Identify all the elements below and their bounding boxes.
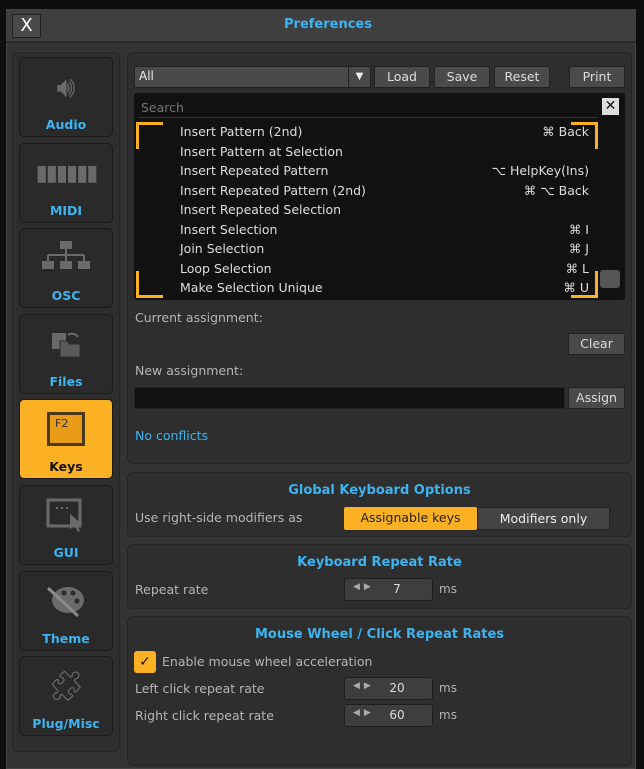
sidebar-item-label: Files xyxy=(49,374,83,389)
section-title: Global Keyboard Options xyxy=(288,483,471,498)
binding-row[interactable]: Loop Selection xyxy=(180,261,272,276)
section-title: Mouse Wheel / Click Repeat Rates xyxy=(254,627,505,642)
binding-row[interactable]: Insert Pattern (2nd) xyxy=(180,124,302,139)
puzzle-icon: 🧩︎ xyxy=(46,669,86,704)
binding-row[interactable]: Join Selection xyxy=(180,241,264,256)
piano-keys-icon: ▮▮▮▮▮▮ xyxy=(35,161,99,186)
right-click-rate-label: Right click repeat rate xyxy=(135,708,274,723)
category-dropdown[interactable]: All ▼ xyxy=(134,66,371,88)
focus-corner xyxy=(571,122,598,149)
dialog-title: Preferences xyxy=(284,17,372,32)
binding-row[interactable]: Insert Repeated Selection xyxy=(180,202,341,217)
reset-button[interactable]: Reset xyxy=(494,66,550,88)
binding-shortcut: ⌘ J xyxy=(568,241,589,256)
sidebar-item-theme[interactable]: Theme xyxy=(19,571,113,651)
conflicts-status: No conflicts xyxy=(135,428,209,443)
assignable-keys-option[interactable]: Assignable keys xyxy=(344,507,477,530)
binding-shortcut: ⌘ ⌥ Back xyxy=(523,182,589,198)
speaker-icon: 🔊︎ xyxy=(56,70,76,105)
right-click-rate-stepper[interactable]: ◀▶ 60 xyxy=(344,704,433,727)
category-dropdown-value: All xyxy=(139,69,154,83)
focus-corner xyxy=(136,122,163,149)
right-click-rate-value: 60 xyxy=(389,708,405,722)
unit-label: ms xyxy=(439,708,457,722)
sidebar-item-keys[interactable]: F2 Keys xyxy=(19,399,113,479)
left-click-rate-value: 20 xyxy=(389,681,405,695)
sidebar-item-osc[interactable]: OSC xyxy=(19,228,113,308)
sidebar-item-label: Plug/Misc xyxy=(32,716,100,731)
new-assignment-input[interactable] xyxy=(134,387,565,409)
stepper-arrows-icon[interactable]: ◀▶ xyxy=(353,681,375,691)
section-title: Keyboard Repeat Rate xyxy=(297,555,462,570)
window-cursor-icon xyxy=(20,498,112,534)
unit-label: ms xyxy=(439,582,457,596)
sidebar-item-plug-misc[interactable]: 🧩︎ Plug/Misc xyxy=(19,656,113,736)
sidebar-item-audio[interactable]: 🔊︎ Audio xyxy=(19,57,113,137)
acceleration-label: Enable mouse wheel acceleration xyxy=(162,654,373,669)
modifiers-only-option[interactable]: Modifiers only xyxy=(477,507,610,530)
clear-button[interactable]: Clear xyxy=(568,333,625,355)
print-button[interactable]: Print xyxy=(569,66,625,88)
stepper-arrows-icon[interactable]: ◀▶ xyxy=(353,708,375,718)
save-button[interactable]: Save xyxy=(434,66,490,88)
f2-key-icon: F2 xyxy=(20,412,112,448)
new-assignment-label: New assignment: xyxy=(135,363,244,378)
f2-key-label: F2 xyxy=(47,412,85,446)
binding-shortcut: ⌘ I xyxy=(568,221,589,237)
network-tree-icon xyxy=(20,241,112,277)
sidebar-item-files[interactable]: Files xyxy=(19,314,113,394)
sidebar-item-label: GUI xyxy=(53,545,79,560)
stepper-arrows-icon[interactable]: ◀▶ xyxy=(353,582,375,592)
binding-shortcut: ⌥ HelpKey(Ins) xyxy=(491,163,589,178)
palette-icon xyxy=(20,584,112,620)
modifiers-label: Use right-side modifiers as xyxy=(135,510,303,525)
search-input[interactable] xyxy=(138,98,598,118)
left-click-rate-label: Left click repeat rate xyxy=(135,681,265,696)
binding-row[interactable]: Insert Repeated Pattern (2nd) xyxy=(180,183,366,198)
sidebar-item-label: OSC xyxy=(51,288,81,303)
current-assignment-label: Current assignment: xyxy=(135,310,263,325)
acceleration-checkbox[interactable]: ✓ xyxy=(134,651,156,673)
binding-row[interactable]: Insert Pattern at Selection xyxy=(180,144,343,159)
assign-button[interactable]: Assign xyxy=(568,387,625,409)
repeat-rate-value: 7 xyxy=(393,582,401,596)
focus-corner xyxy=(136,271,163,298)
binding-row[interactable]: Insert Repeated Pattern xyxy=(180,163,328,178)
checkmark-icon: ✓ xyxy=(139,654,151,670)
binding-row[interactable]: Make Selection Unique xyxy=(180,280,323,295)
unit-label: ms xyxy=(439,681,457,695)
scrollbar-thumb[interactable] xyxy=(600,270,620,288)
load-button[interactable]: Load xyxy=(374,66,430,88)
sidebar-item-gui[interactable]: GUI xyxy=(19,485,113,565)
sidebar-item-label: Keys xyxy=(49,459,83,474)
sidebar-item-midi[interactable]: ▮▮▮▮▮▮ MIDI xyxy=(19,143,113,223)
sidebar-item-label: MIDI xyxy=(49,203,83,218)
repeat-rate-stepper[interactable]: ◀▶ 7 xyxy=(344,578,433,601)
repeat-rate-label: Repeat rate xyxy=(135,582,209,597)
sidebar-item-label: Audio xyxy=(45,117,87,132)
focus-corner xyxy=(571,271,598,298)
chevron-down-icon: ▼ xyxy=(348,67,370,87)
key-binding-list: ✕ Insert Pattern (2nd)⌘ BackInsert Patte… xyxy=(134,93,625,300)
left-click-rate-stepper[interactable]: ◀▶ 20 xyxy=(344,677,433,700)
sidebar-item-label: Theme xyxy=(42,631,90,646)
folder-icon xyxy=(20,327,112,363)
clear-search-icon[interactable]: ✕ xyxy=(602,98,619,115)
binding-row[interactable]: Insert Selection xyxy=(180,222,277,237)
